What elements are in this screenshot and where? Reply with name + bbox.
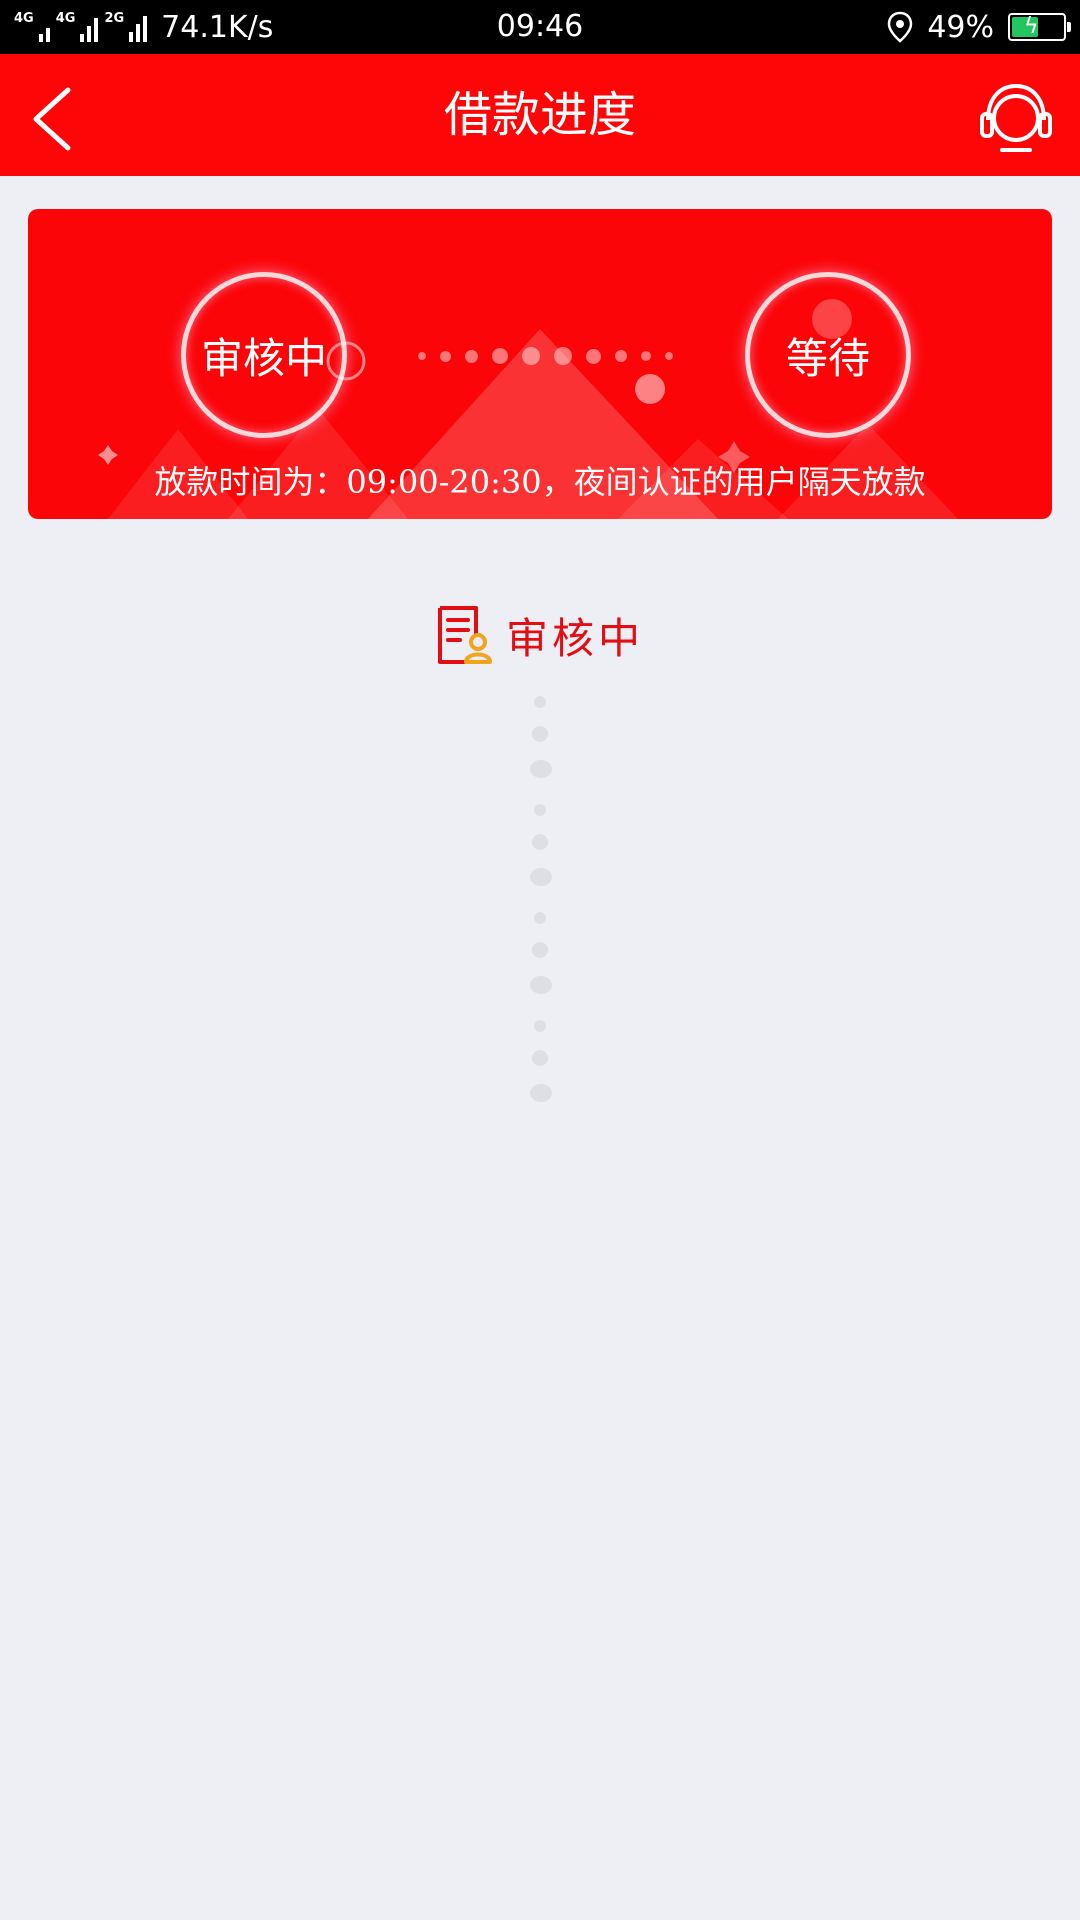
step-waiting-circle: 等待 — [745, 272, 911, 438]
app-header: 借款进度 — [0, 54, 1080, 176]
page-title: 借款进度 — [443, 87, 636, 143]
status-bar: 4G 4G 2G 74.1K/s 09:46 49% ϟ — [0, 0, 1080, 54]
progress-connector-dots — [418, 347, 673, 365]
step-review-circle: 审核中 — [181, 272, 347, 438]
review-status: 审核中 — [0, 602, 1080, 668]
battery-icon: ϟ — [1008, 13, 1071, 41]
review-status-label: 审核中 — [505, 613, 644, 663]
customer-service-headset-icon[interactable] — [978, 80, 1054, 156]
step-waiting-label: 等待 — [785, 333, 870, 383]
location-icon — [888, 11, 913, 43]
progress-banner: 审核中 等待 放款时间为：09:00-20:30，夜间认证的用户隔天放款 — [28, 209, 1052, 519]
disbursement-time-note: 放款时间为：09:00-20:30，夜间认证的用户隔天放款 — [154, 463, 926, 501]
step-review-label: 审核中 — [200, 333, 327, 383]
document-review-icon — [437, 606, 492, 664]
battery-percent: 49% — [927, 9, 994, 45]
